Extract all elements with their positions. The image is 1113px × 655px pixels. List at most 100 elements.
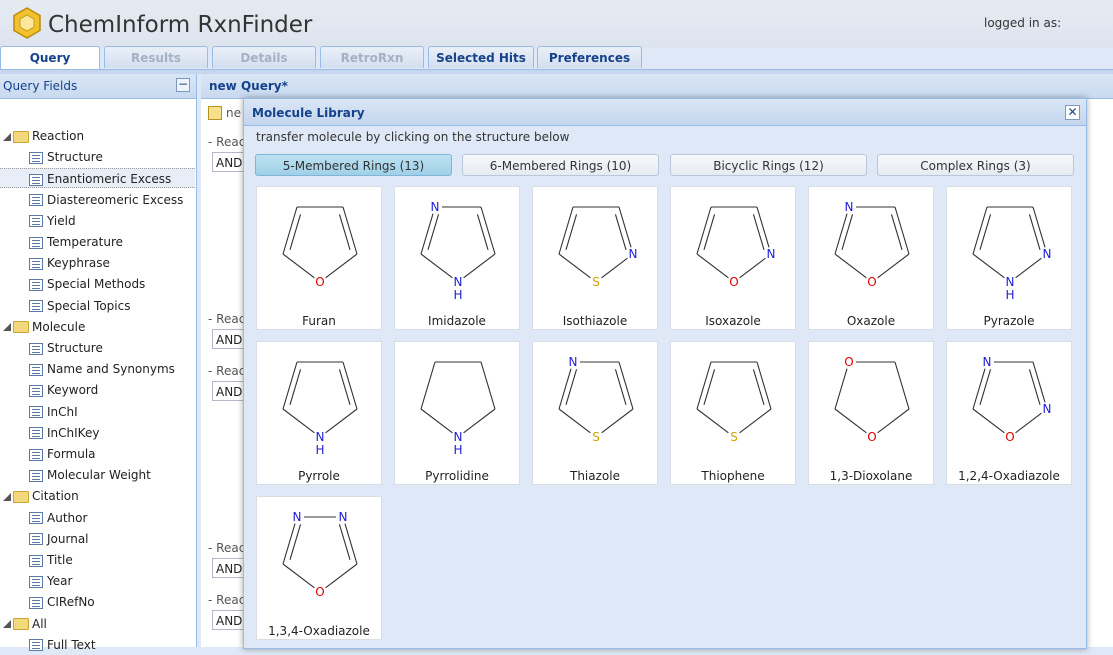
- molecule-card-furan[interactable]: O Furan: [256, 186, 382, 330]
- close-icon[interactable]: ✕: [1065, 105, 1080, 120]
- molecule-card-1-3-dioxolane[interactable]: O O 1,3-Dioxolane: [808, 341, 934, 485]
- field-icon: [29, 151, 43, 164]
- tree-item-keyword[interactable]: Keyword: [29, 380, 98, 400]
- tree-item-label: Author: [47, 510, 88, 525]
- tab-retrorxn[interactable]: RetroRxn: [320, 46, 424, 68]
- molecule-structure-icon: S: [696, 361, 772, 444]
- molecule-card-isoxazole[interactable]: N O Isoxazole: [670, 186, 796, 330]
- expand-arrow-icon[interactable]: [3, 492, 11, 501]
- double-bond-line: [427, 214, 440, 250]
- molecule-card-1-2-4-oxadiazole[interactable]: N N O 1,2,4-Oxadiazole: [946, 341, 1072, 485]
- field-icon: [29, 639, 43, 652]
- logged-in-label: logged in as:: [984, 16, 1062, 30]
- bond-line: [325, 408, 358, 434]
- query-panel-header: new Query*: [201, 74, 1113, 99]
- tree-group-all[interactable]: All: [3, 614, 47, 634]
- atom-label-o: O: [1005, 430, 1014, 444]
- molecule-structure-icon: NS: [558, 355, 634, 444]
- tree-item-inchi[interactable]: InChI: [29, 402, 78, 422]
- tree-item-molecular-weight[interactable]: Molecular Weight: [29, 465, 151, 485]
- tree-item-special-topics[interactable]: Special Topics: [29, 296, 130, 316]
- and-operator-select[interactable]: AND: [212, 610, 246, 630]
- bond-line: [756, 361, 772, 410]
- tree-group-reaction[interactable]: Reaction: [3, 126, 84, 146]
- bond-line: [877, 408, 910, 434]
- tree-item-label: Structure: [47, 341, 103, 355]
- tree-item-full-text[interactable]: Full Text: [29, 635, 96, 655]
- and-operator-select[interactable]: AND: [212, 152, 246, 172]
- tree-item-structure[interactable]: Structure: [29, 338, 103, 358]
- field-icon: [29, 173, 43, 186]
- query-fields-panel: Query Fields − Reaction Structure Enantiom…: [0, 74, 197, 652]
- and-operator-select[interactable]: AND: [212, 558, 246, 578]
- tree-item-structure[interactable]: Structure: [29, 147, 103, 167]
- double-bond-line: [338, 369, 351, 405]
- expand-arrow-icon[interactable]: [3, 620, 11, 629]
- atom-label-n: N: [1043, 402, 1052, 416]
- tab-details[interactable]: Details: [212, 46, 316, 68]
- molecule-card-thiazole[interactable]: N S Thiazole: [532, 341, 658, 485]
- tab-query[interactable]: Query: [0, 46, 100, 70]
- tab-5-membered-rings[interactable]: 5-Membered Rings (13): [255, 154, 452, 176]
- molecule-card-pyrrole[interactable]: N H Pyrrole: [256, 341, 382, 485]
- molecule-structure-icon: NH: [282, 361, 358, 457]
- tree-item-formula[interactable]: Formula: [29, 444, 96, 464]
- molecule-card-pyrrolidine[interactable]: N H Pyrrolidine: [394, 341, 520, 485]
- molecule-structure-icon: NO: [834, 200, 910, 289]
- tab-results[interactable]: Results: [104, 46, 208, 68]
- tree-item-year[interactable]: Year: [29, 571, 72, 591]
- tree-group-citation[interactable]: Citation: [3, 486, 79, 506]
- tree-item-author[interactable]: Author: [29, 508, 87, 528]
- tree-item-label: Keyword: [47, 383, 99, 398]
- tab-bicyclic-rings[interactable]: Bicyclic Rings (12): [670, 154, 867, 176]
- double-bond-line: [1028, 369, 1041, 405]
- tab-complex-rings[interactable]: Complex Rings (3): [877, 154, 1074, 176]
- tree-item-yield[interactable]: Yield: [29, 211, 76, 231]
- tree-item-temperature[interactable]: Temperature: [29, 232, 123, 252]
- collapse-panel-button[interactable]: −: [176, 78, 190, 92]
- molecule-name: 1,3,4-Oxadiazole: [268, 624, 370, 638]
- tree-item-title[interactable]: Title: [29, 550, 73, 570]
- bond-line: [1032, 206, 1046, 248]
- and-operator-select[interactable]: AND: [212, 381, 246, 401]
- tree-group-label: All: [32, 616, 47, 631]
- tree-item-journal[interactable]: Journal: [29, 529, 89, 549]
- molecule-card-isothiazole[interactable]: N S Isothiazole: [532, 186, 658, 330]
- expand-arrow-icon[interactable]: [3, 132, 11, 141]
- tab-preferences[interactable]: Preferences: [537, 46, 642, 68]
- molecule-card-thiophene[interactable]: S Thiophene: [670, 341, 796, 485]
- double-bond-line: [703, 214, 716, 250]
- molecule-card-oxazole[interactable]: N O Oxazole: [808, 186, 934, 330]
- tree-item-keyphrase[interactable]: Keyphrase: [29, 253, 110, 273]
- atom-label-h: H: [453, 443, 462, 457]
- query-tab-icon[interactable]: [208, 106, 222, 120]
- tree-item-diastereomeric-excess[interactable]: Diastereomeric Excess: [29, 190, 183, 210]
- tree-item-cirefno[interactable]: CIRefNo: [29, 592, 95, 612]
- tree-item-inchikey[interactable]: InChIKey: [29, 423, 99, 443]
- tab-6-membered-rings[interactable]: 6-Membered Rings (10): [462, 154, 659, 176]
- bond-line: [420, 213, 434, 255]
- bond-line: [601, 408, 634, 434]
- molecule-name: Thiazole: [570, 469, 620, 483]
- query-title: new Query*: [209, 79, 288, 93]
- double-bond-line: [289, 214, 302, 250]
- tree-group-molecule[interactable]: Molecule: [3, 317, 85, 337]
- molecule-name: Pyrazole: [983, 314, 1035, 328]
- field-icon: [29, 384, 43, 397]
- and-operator-select[interactable]: AND: [212, 329, 246, 349]
- field-icon: [29, 342, 43, 355]
- bond-line: [282, 253, 315, 279]
- molecule-card-pyrazole[interactable]: N N H Pyrazole: [946, 186, 1072, 330]
- molecule-card-imidazole[interactable]: N N H Imidazole: [394, 186, 520, 330]
- molecule-card-1-3-4-oxadiazole[interactable]: N N O 1,3,4-Oxadiazole: [256, 496, 382, 640]
- atom-label-n: N: [454, 275, 463, 289]
- tab-selected-hits[interactable]: Selected Hits: [428, 46, 534, 68]
- expand-arrow-icon[interactable]: [3, 323, 11, 332]
- tree-item-enantiomeric-excess[interactable]: Enantiomeric Excess: [0, 168, 195, 189]
- molecule-name: Pyrrole: [298, 469, 340, 483]
- double-bond-line: [890, 214, 903, 250]
- tree-item-label: Full Text: [47, 637, 96, 652]
- tree-item-special-methods[interactable]: Special Methods: [29, 274, 145, 294]
- query-tab-fragment[interactable]: ne: [226, 106, 241, 120]
- tree-item-name-and-synonyms[interactable]: Name and Synonyms: [29, 359, 175, 379]
